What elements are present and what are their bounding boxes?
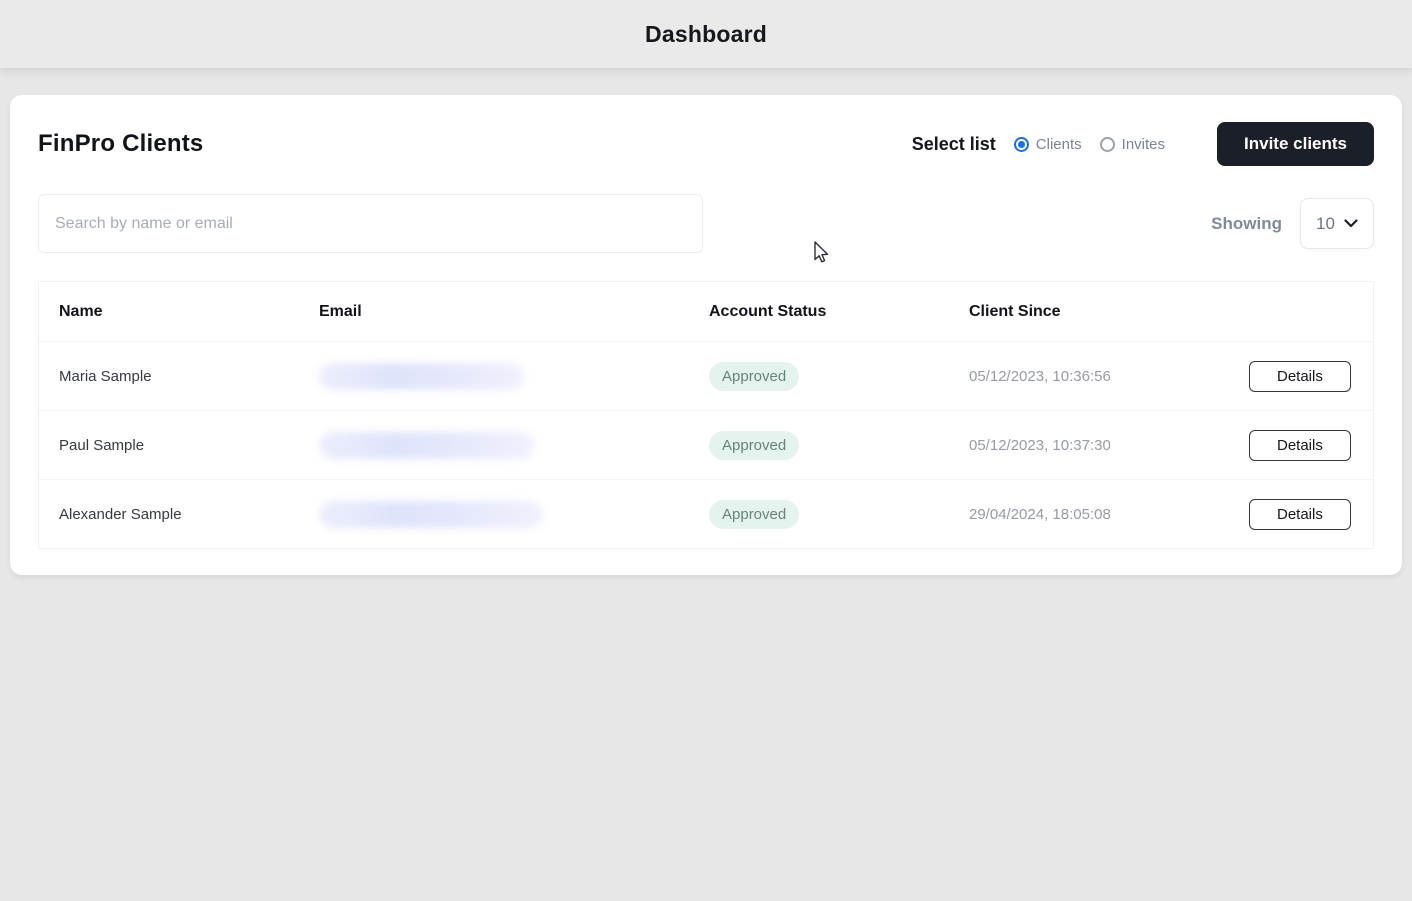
invite-clients-button[interactable]: Invite clients bbox=[1217, 122, 1374, 166]
status-badge: Approved bbox=[709, 500, 799, 529]
list-radio-group: Clients Invites bbox=[1014, 136, 1165, 153]
status-badge: Approved bbox=[709, 431, 799, 460]
radio-invites-label: Invites bbox=[1122, 136, 1165, 153]
redacted-email bbox=[319, 432, 534, 459]
app-header: Dashboard bbox=[0, 0, 1412, 68]
clients-card: FinPro Clients Select list Clients Invit… bbox=[10, 95, 1402, 575]
select-list-label: Select list bbox=[912, 134, 996, 155]
details-button[interactable]: Details bbox=[1249, 430, 1351, 461]
column-header-email: Email bbox=[319, 303, 709, 321]
client-since-date: 29/04/2024, 18:05:08 bbox=[969, 506, 1249, 523]
table-row: Paul Sample Approved 05/12/2023, 10:37:3… bbox=[39, 410, 1373, 479]
pagination-controls: Showing 10 bbox=[1211, 198, 1374, 249]
client-since-date: 05/12/2023, 10:37:30 bbox=[969, 437, 1249, 454]
table-controls-row: Showing 10 bbox=[38, 194, 1374, 253]
radio-clients-label: Clients bbox=[1036, 136, 1082, 153]
column-header-name: Name bbox=[59, 303, 319, 321]
showing-label: Showing bbox=[1211, 214, 1282, 234]
radio-unselected-icon[interactable] bbox=[1100, 137, 1115, 152]
column-header-account-status: Account Status bbox=[709, 303, 969, 321]
chevron-down-icon bbox=[1344, 219, 1358, 228]
redacted-email bbox=[319, 501, 543, 528]
page-size-select[interactable]: 10 bbox=[1300, 198, 1374, 249]
details-button[interactable]: Details bbox=[1249, 499, 1351, 530]
redacted-email bbox=[319, 363, 524, 390]
table-header-row: Name Email Account Status Client Since bbox=[39, 282, 1373, 341]
card-top-actions: Select list Clients Invites Invite clien… bbox=[912, 122, 1374, 166]
client-name: Alexander Sample bbox=[59, 506, 319, 523]
status-badge: Approved bbox=[709, 362, 799, 391]
radio-option-invites[interactable]: Invites bbox=[1100, 136, 1165, 153]
column-header-client-since: Client Since bbox=[969, 303, 1249, 321]
client-since-date: 05/12/2023, 10:36:56 bbox=[969, 368, 1249, 385]
client-name: Paul Sample bbox=[59, 437, 319, 454]
page-title: Dashboard bbox=[645, 21, 767, 48]
radio-option-clients[interactable]: Clients bbox=[1014, 136, 1082, 153]
table-row: Maria Sample Approved 05/12/2023, 10:36:… bbox=[39, 341, 1373, 410]
clients-table: Name Email Account Status Client Since M… bbox=[38, 281, 1374, 549]
radio-selected-icon[interactable] bbox=[1014, 137, 1029, 152]
search-input[interactable] bbox=[38, 194, 703, 253]
table-row: Alexander Sample Approved 29/04/2024, 18… bbox=[39, 479, 1373, 548]
details-button[interactable]: Details bbox=[1249, 361, 1351, 392]
client-name: Maria Sample bbox=[59, 368, 319, 385]
card-title: FinPro Clients bbox=[38, 130, 203, 158]
page-size-value: 10 bbox=[1316, 214, 1335, 234]
card-top-row: FinPro Clients Select list Clients Invit… bbox=[38, 122, 1374, 166]
